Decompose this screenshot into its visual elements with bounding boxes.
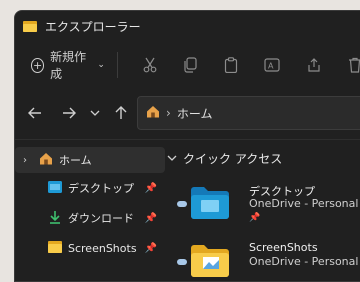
breadcrumb-separator-icon: › xyxy=(166,106,171,120)
folder-icon xyxy=(48,240,62,256)
pin-icon[interactable]: 📌 xyxy=(145,243,157,254)
title-bar[interactable]: エクスプローラー xyxy=(15,11,360,41)
download-icon xyxy=(48,210,62,227)
sidebar-item-screenshots[interactable]: ScreenShots 📌 xyxy=(15,235,165,261)
quick-access-header[interactable]: クイック アクセス xyxy=(167,147,360,169)
window-title: エクスプローラー xyxy=(45,19,141,34)
home-icon xyxy=(146,105,160,121)
desktop-folder-icon xyxy=(48,180,62,196)
sidebar-item-label: ScreenShots xyxy=(68,241,137,255)
sidebar-item-label: ダウンロード xyxy=(68,212,134,225)
forward-arrow-icon[interactable] xyxy=(61,105,77,121)
copy-icon[interactable] xyxy=(183,57,197,73)
quick-access-item-screenshots[interactable]: ScreenShots OneDrive - Personal xyxy=(165,237,360,281)
quick-access-item-desktop[interactable]: デスクトップ OneDrive - Personal 📌 xyxy=(165,179,360,237)
recent-locations-chevron-icon[interactable] xyxy=(87,105,103,121)
pin-icon: 📌 xyxy=(249,213,261,223)
back-arrow-icon[interactable] xyxy=(27,105,43,121)
paste-icon[interactable] xyxy=(223,57,237,73)
sidebar-item-desktop[interactable]: デスクトップ 📌 xyxy=(15,175,165,201)
delete-icon[interactable] xyxy=(348,57,360,73)
content-pane: クイック アクセス デスクトップ OneDrive - Personal 📌 S… xyxy=(165,147,360,281)
cloud-sync-icon xyxy=(177,259,187,265)
address-bar[interactable]: › ホーム xyxy=(137,96,360,130)
svg-text:A: A xyxy=(268,62,274,71)
sidebar-item-label: ホーム xyxy=(59,154,92,167)
sidebar-item-downloads[interactable]: ダウンロード 📌 xyxy=(15,205,165,231)
rename-icon[interactable]: A xyxy=(264,57,280,73)
item-location: OneDrive - Personal xyxy=(249,197,359,210)
new-button-label: 新規作成 xyxy=(50,50,87,81)
share-icon[interactable] xyxy=(306,57,322,73)
section-title: クイック アクセス xyxy=(183,151,283,166)
desktop-folder-icon xyxy=(191,187,229,219)
sidebar-item-label: デスクトップ xyxy=(68,182,134,195)
command-bar: + 新規作成 ⌄ A xyxy=(15,43,360,87)
item-location: OneDrive - Personal xyxy=(249,255,359,268)
new-button[interactable]: + 新規作成 ⌄ xyxy=(31,48,105,82)
explorer-window: エクスプローラー + 新規作成 ⌄ A › ホーム › ホーム デスクトップ 📌… xyxy=(14,10,360,282)
pin-icon[interactable]: 📌 xyxy=(145,183,157,194)
plus-icon: + xyxy=(31,57,45,73)
cut-icon[interactable] xyxy=(143,57,157,73)
navigation-row: › ホーム xyxy=(15,96,360,130)
navigation-pane: › ホーム デスクトップ 📌 ダウンロード 📌 ScreenShots 📌 xyxy=(15,147,165,261)
collapse-chevron-icon[interactable] xyxy=(167,151,177,165)
chevron-down-icon: ⌄ xyxy=(97,60,105,70)
up-arrow-icon[interactable] xyxy=(113,105,129,121)
sidebar-item-home[interactable]: › ホーム xyxy=(15,147,165,173)
home-icon xyxy=(39,152,53,168)
pin-icon[interactable]: 📌 xyxy=(145,213,157,224)
toolbar-separator xyxy=(116,52,118,78)
item-name: ScreenShots xyxy=(249,241,318,254)
folder-icon xyxy=(23,20,37,32)
cloud-sync-icon xyxy=(177,201,187,207)
expand-chevron-icon[interactable]: › xyxy=(23,155,35,166)
breadcrumb-home[interactable]: ホーム xyxy=(177,105,213,122)
divider xyxy=(15,139,360,140)
folder-icon xyxy=(191,245,229,277)
